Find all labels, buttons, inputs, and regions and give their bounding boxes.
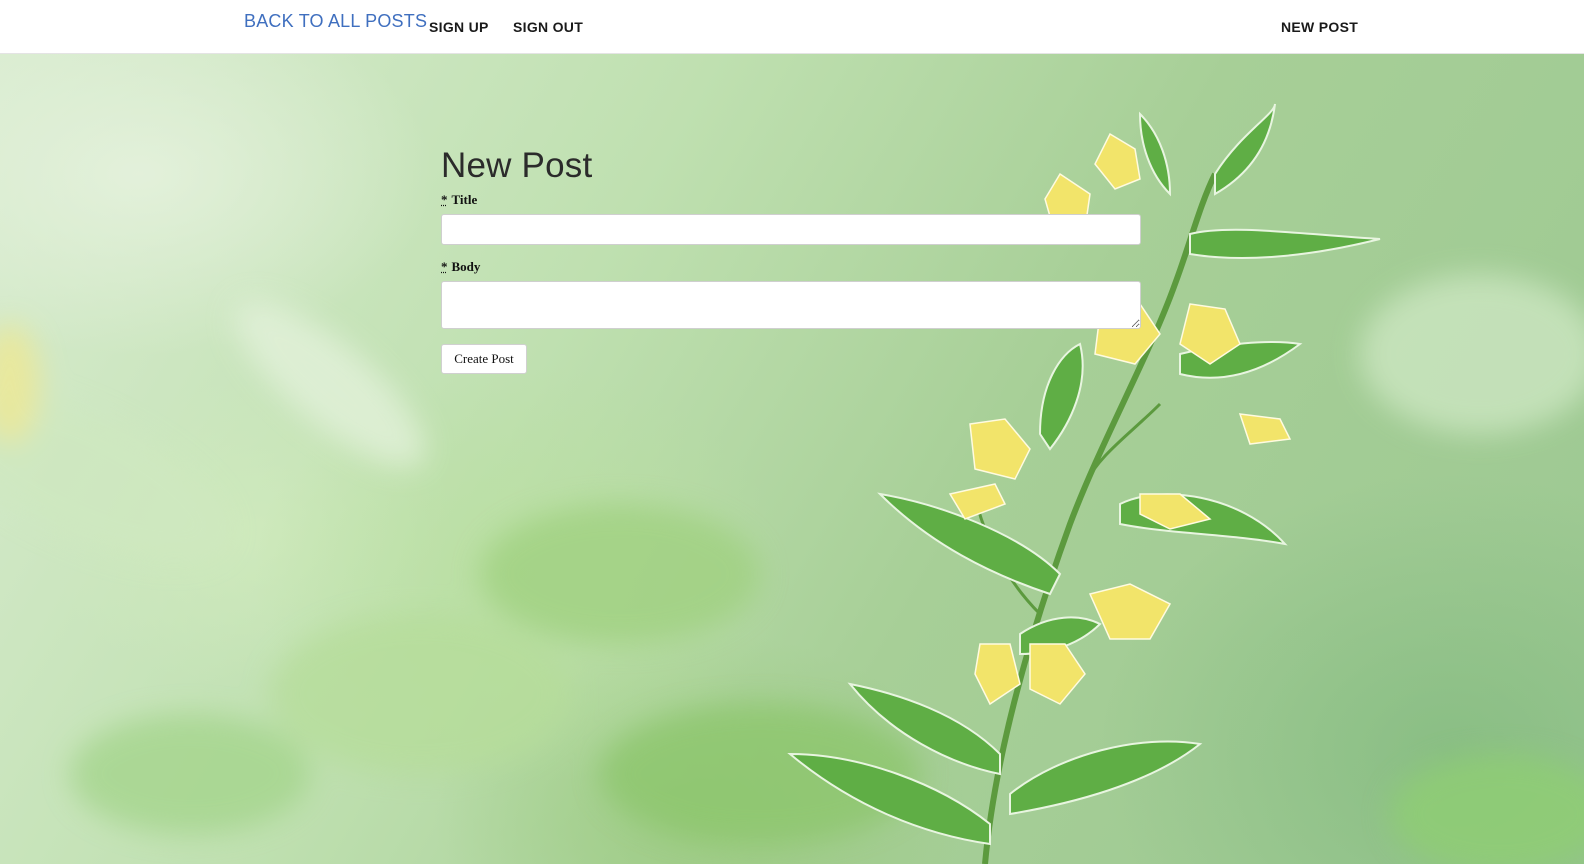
title-label: * Title (441, 192, 477, 208)
required-marker: * (441, 259, 448, 274)
title-label-text: Title (451, 192, 478, 207)
create-post-button[interactable]: Create Post (441, 344, 527, 374)
body-label: * Body (441, 259, 480, 275)
background-image (0, 54, 1584, 864)
back-to-all-posts-link[interactable]: BACK TO ALL POSTS (244, 11, 427, 32)
title-input[interactable] (441, 214, 1141, 245)
body-label-text: Body (451, 259, 481, 274)
body-textarea[interactable] (441, 281, 1141, 329)
sign-up-link[interactable]: SIGN UP (429, 19, 489, 35)
top-navbar: BACK TO ALL POSTS SIGN UP SIGN OUT NEW P… (0, 0, 1584, 54)
required-marker: * (441, 192, 448, 207)
page-title: New Post (441, 146, 593, 185)
sign-out-link[interactable]: SIGN OUT (513, 19, 583, 35)
flower-illustration (0, 103, 1584, 864)
new-post-link[interactable]: NEW POST (1281, 19, 1358, 35)
